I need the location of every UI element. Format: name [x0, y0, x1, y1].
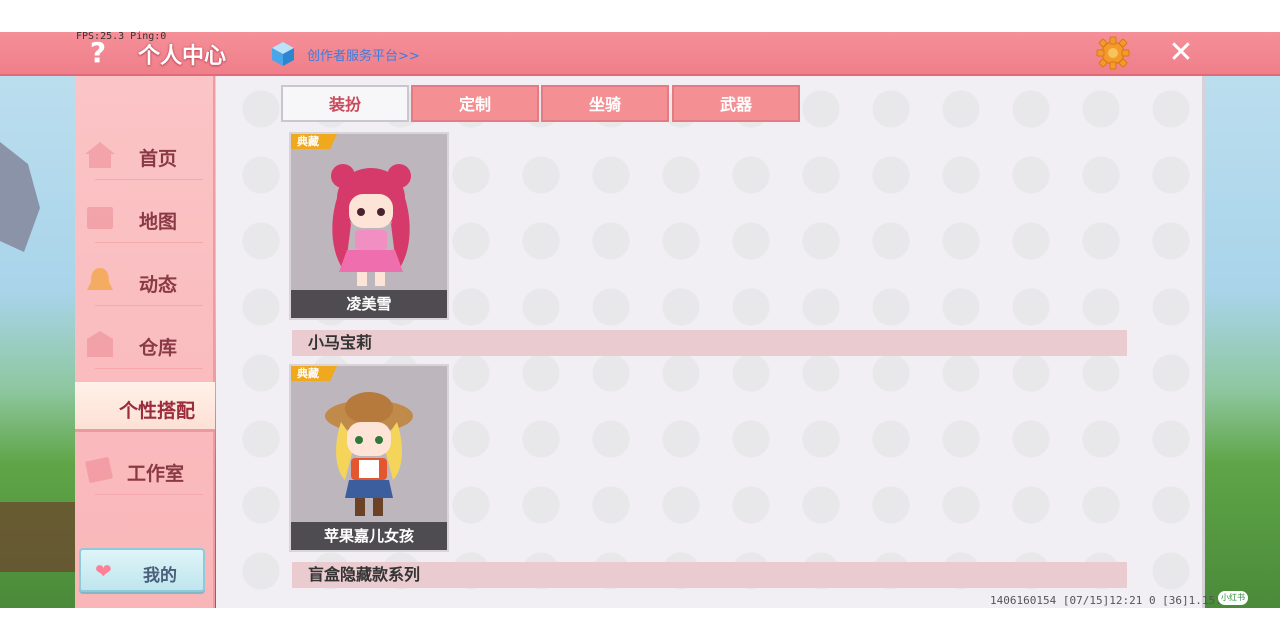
- bottom-margin: [0, 608, 1280, 640]
- sidebar-item-map[interactable]: 地图: [75, 193, 215, 243]
- sidebar-item-label: 动态: [139, 274, 178, 296]
- sidebar-item-outfit[interactable]: 个性搭配: [75, 382, 215, 432]
- series-title: 盲盒隐藏款系列: [292, 562, 1127, 588]
- sidebar-item-label: 工作室: [127, 463, 185, 485]
- status-readout: 1406160154 [07/15]12:21 0 [36]1.15.2: [990, 594, 1229, 607]
- watermark-badge: 小红书: [1218, 591, 1248, 605]
- sidebar-item-label: 地图: [139, 211, 178, 233]
- series-title: 小马宝莉: [292, 330, 1127, 356]
- close-icon[interactable]: ✕: [1166, 38, 1196, 68]
- outfit-card[interactable]: 典藏 凌美雪: [289, 132, 449, 320]
- help-icon[interactable]: ?: [86, 38, 110, 68]
- collection-badge: 典藏: [291, 366, 337, 381]
- tab-weapon[interactable]: 武器: [672, 85, 800, 122]
- divider: [95, 305, 203, 306]
- sidebar: 首页 地图 动态 仓库 个性搭配 工作室 ❤ 我的: [75, 76, 215, 608]
- my-button-label: 我的: [143, 566, 177, 586]
- sidebar-item-warehouse[interactable]: 仓库: [75, 319, 215, 369]
- my-button[interactable]: ❤ 我的: [79, 548, 205, 592]
- sidebar-item-home[interactable]: 首页: [75, 130, 215, 180]
- character-avatar: [325, 392, 413, 516]
- page-title: 个人中心: [138, 44, 227, 69]
- main-panel: 装扮 定制 坐骑 武器 典藏 凌美雪 小马宝莉 典藏 苹果嘉儿女孩 盲盒隐藏款系…: [216, 76, 1205, 608]
- divider: [95, 494, 203, 495]
- warehouse-icon: [87, 331, 113, 357]
- home-icon: [85, 142, 115, 168]
- rock-decoration: [0, 142, 40, 252]
- divider: [95, 242, 203, 243]
- sidebar-item-studio[interactable]: 工作室: [75, 445, 215, 495]
- outfit-card[interactable]: 典藏 苹果嘉儿女孩: [289, 364, 449, 552]
- creator-platform-link[interactable]: 创作者服务平台>>: [307, 45, 420, 64]
- character-name: 凌美雪: [291, 290, 447, 318]
- cube-icon: [272, 42, 294, 66]
- fence-decoration: [0, 502, 75, 572]
- tab-mount[interactable]: 坐骑: [541, 85, 669, 122]
- bell-icon: [87, 268, 113, 290]
- heart-icon: ❤: [95, 559, 112, 583]
- sidebar-item-label: 首页: [139, 148, 178, 170]
- studio-icon: [85, 457, 113, 483]
- tab-custom[interactable]: 定制: [411, 85, 539, 122]
- divider: [95, 368, 203, 369]
- sidebar-item-feed[interactable]: 动态: [75, 256, 215, 306]
- gear-icon[interactable]: [1096, 36, 1130, 70]
- collection-badge: 典藏: [291, 134, 337, 149]
- character-name: 苹果嘉儿女孩: [291, 522, 447, 550]
- tab-outfit[interactable]: 装扮: [281, 85, 409, 122]
- divider: [95, 179, 203, 180]
- sidebar-item-label: 个性搭配: [119, 400, 196, 422]
- character-avatar: [331, 164, 411, 286]
- map-icon: [87, 207, 113, 229]
- sidebar-item-label: 仓库: [139, 337, 178, 359]
